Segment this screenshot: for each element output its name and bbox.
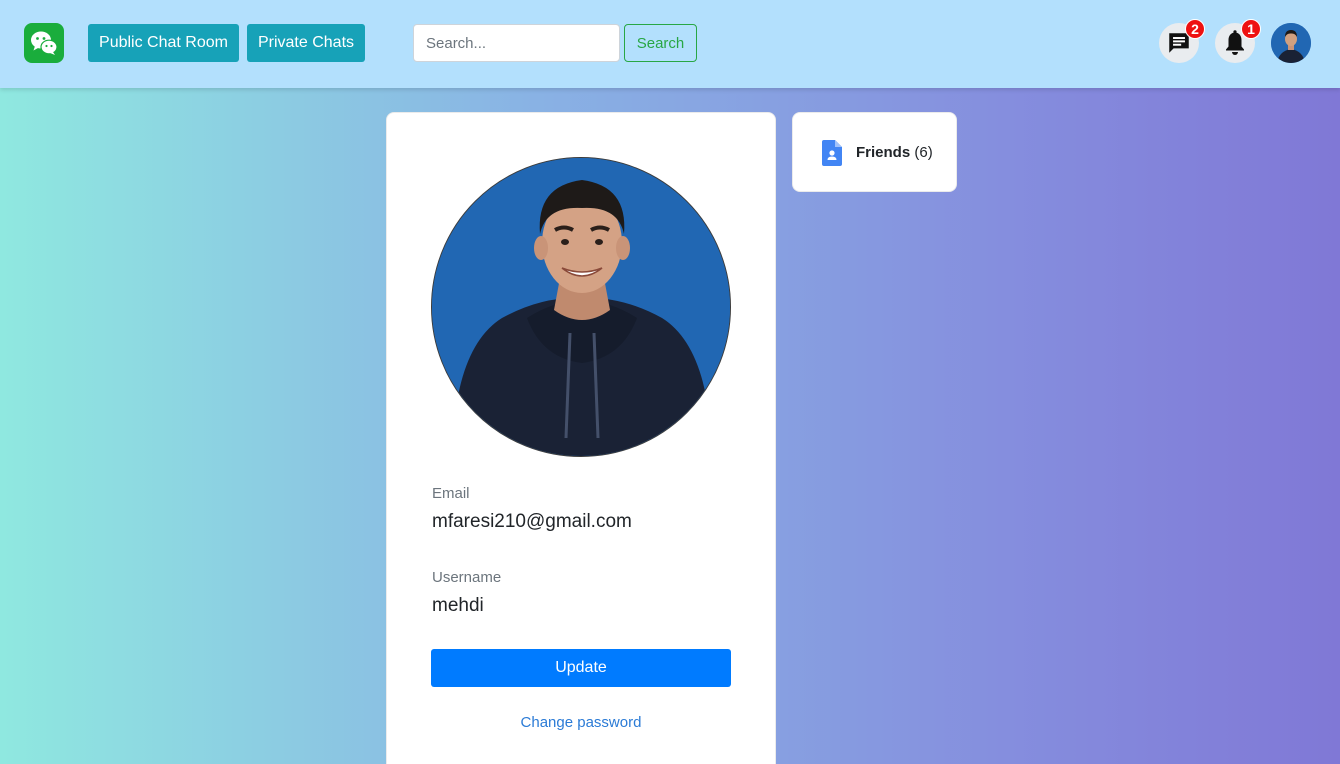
username-label: Username bbox=[432, 569, 502, 586]
change-password-link[interactable]: Change password bbox=[431, 714, 731, 731]
private-chats-button[interactable]: Private Chats bbox=[247, 24, 365, 62]
messages-button[interactable]: 2 bbox=[1159, 19, 1205, 63]
email-value: mfaresi210@gmail.com bbox=[432, 511, 632, 532]
messages-badge: 2 bbox=[1185, 19, 1205, 39]
username-value: mehdi bbox=[432, 595, 484, 616]
notifications-badge: 1 bbox=[1241, 19, 1261, 39]
friends-title: Friends bbox=[856, 144, 911, 161]
friends-card[interactable]: Friends (6) bbox=[792, 112, 957, 192]
friends-label: Friends (6) bbox=[856, 144, 933, 161]
profile-card: Email mfaresi210@gmail.com Username mehd… bbox=[386, 112, 776, 764]
search-button[interactable]: Search bbox=[624, 24, 697, 62]
search-input[interactable] bbox=[413, 24, 620, 62]
friends-count: (6) bbox=[914, 144, 933, 161]
contact-card-icon bbox=[822, 140, 842, 166]
update-button[interactable]: Update bbox=[431, 649, 731, 687]
profile-photo bbox=[431, 157, 731, 457]
public-chat-room-button[interactable]: Public Chat Room bbox=[88, 24, 239, 62]
wechat-logo-icon[interactable] bbox=[24, 23, 64, 63]
user-avatar[interactable] bbox=[1271, 23, 1311, 63]
notifications-button[interactable]: 1 bbox=[1215, 19, 1261, 63]
email-label: Email bbox=[432, 485, 470, 502]
navbar: Public Chat Room Private Chats Search 2 … bbox=[0, 0, 1340, 88]
